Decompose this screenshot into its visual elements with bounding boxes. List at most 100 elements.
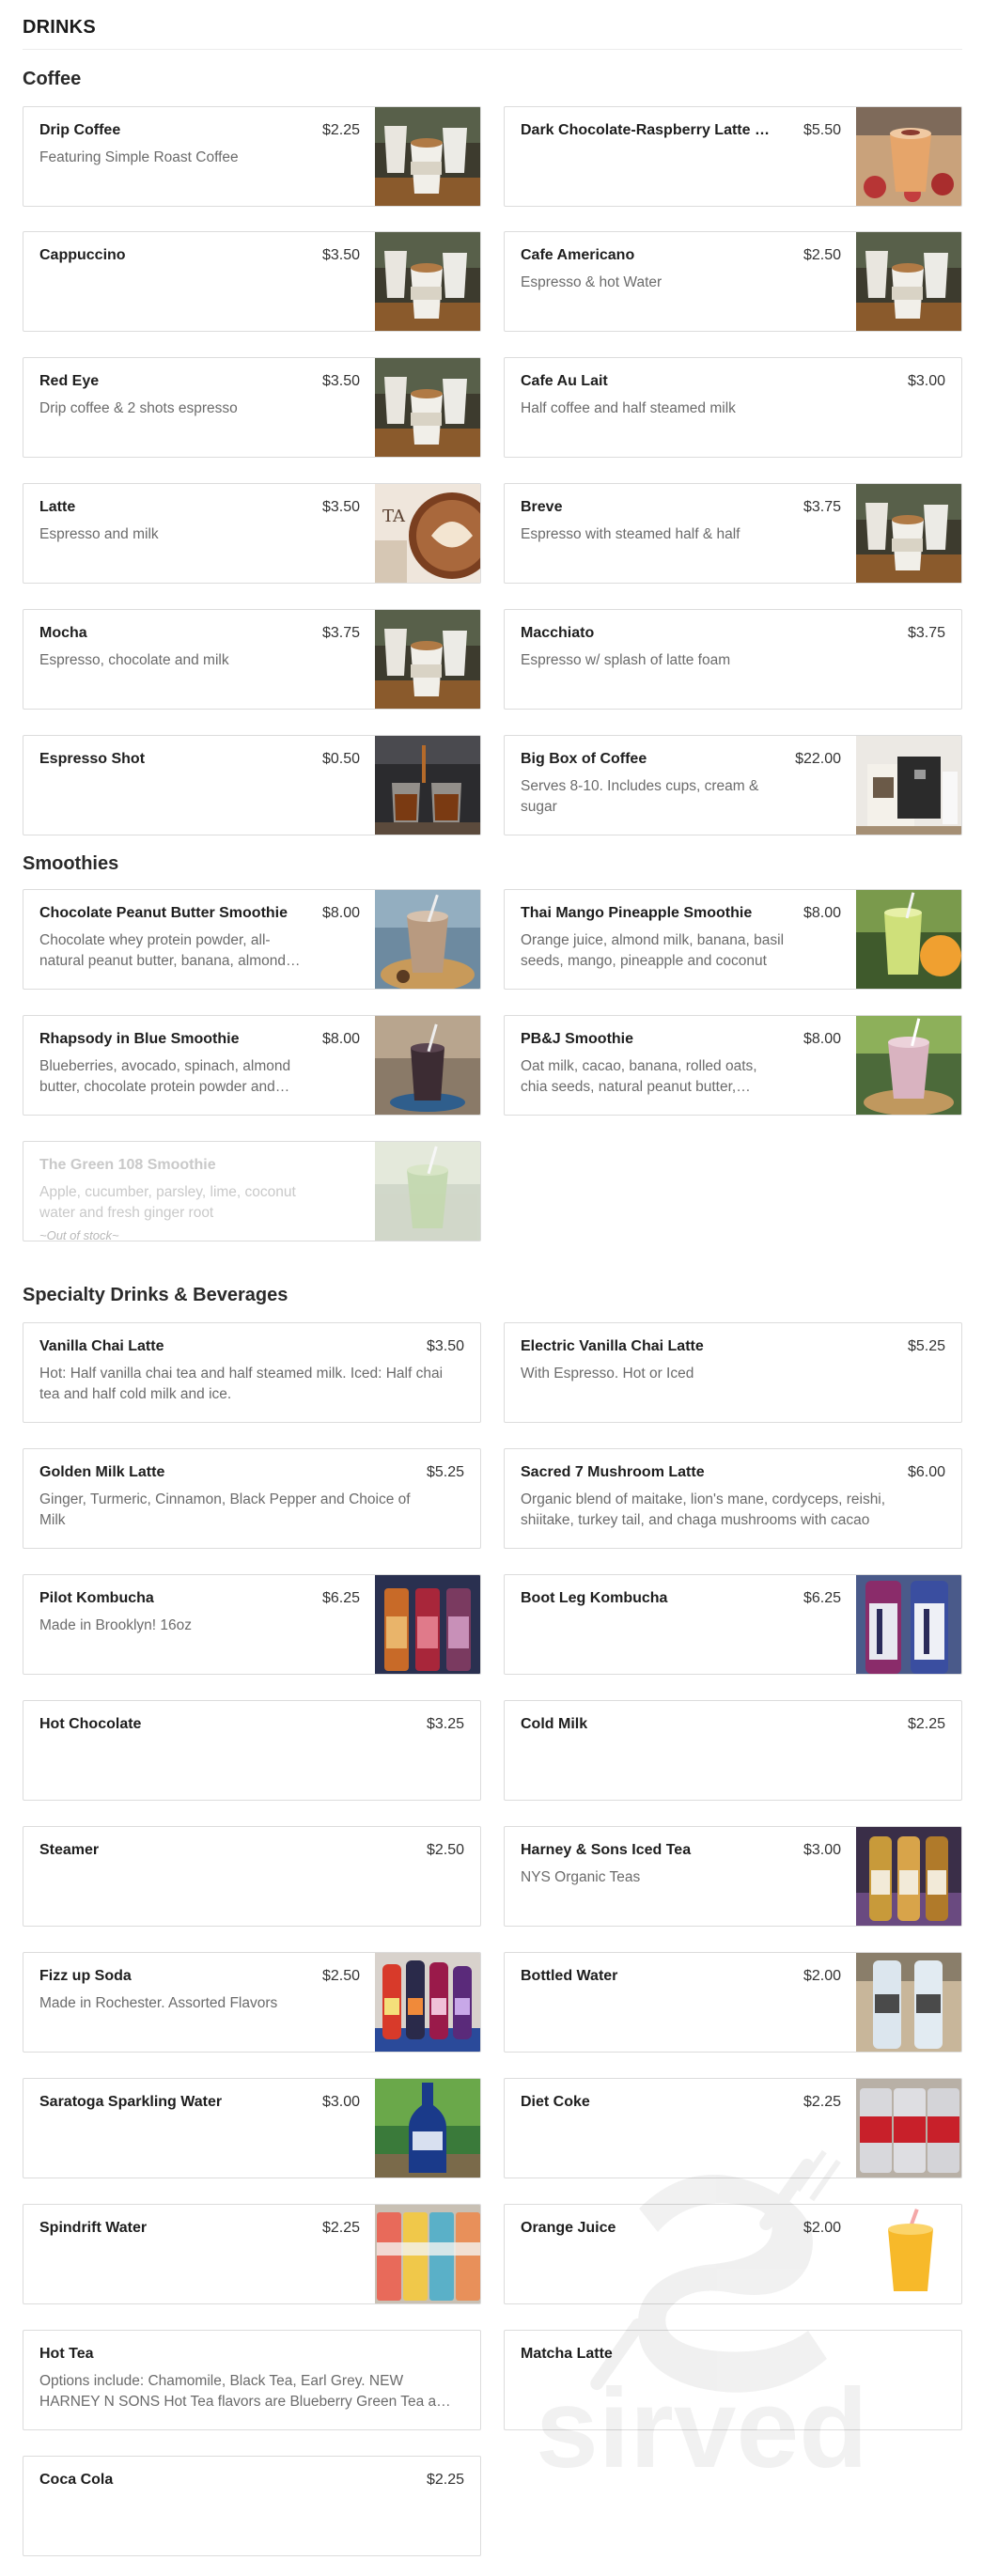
coffee-cups-photo <box>375 358 480 457</box>
item-name: Red Eye <box>39 373 100 389</box>
item-name: Golden Milk Latte <box>39 1464 165 1480</box>
item-name: Boot Leg Kombucha <box>521 1590 668 1606</box>
item-price: $2.25 <box>426 2472 464 2488</box>
item-description: Espresso, chocolate and milk <box>39 652 229 668</box>
item-name: Steamer <box>39 1842 100 1858</box>
menu-item-coca-cola[interactable]: Coca Cola $2.25 <box>23 2456 481 2556</box>
coffee-cups-photo <box>375 232 480 331</box>
menu-item-electric-vanilla-chai-latte[interactable]: Electric Vanilla Chai Latte $5.25 With E… <box>504 1322 962 1423</box>
menu-item-cold-milk[interactable]: Cold Milk $2.25 <box>504 1700 962 1801</box>
item-description: Blueberries, avocado, spinach, almond bu… <box>39 1058 291 1095</box>
smoothie-photo <box>856 1016 961 1115</box>
item-name: Sacred 7 Mushroom Latte <box>521 1464 705 1480</box>
menu-item-mocha[interactable]: Mocha $3.75 Espresso, chocolate and milk <box>23 609 481 710</box>
menu-item-vanilla-chai-latte[interactable]: Vanilla Chai Latte $3.50 Hot: Half vanil… <box>23 1322 481 1423</box>
item-price: $22.00 <box>795 751 841 767</box>
menu-item-green-108-smoothie[interactable]: The Green 108 Smoothie Apple, cucumber, … <box>23 1141 481 1241</box>
menu-item-matcha-latte[interactable]: Matcha Latte <box>504 2330 962 2430</box>
menu-item-cafe-au-lait[interactable]: Cafe Au Lait $3.00 Half coffee and half … <box>504 357 962 458</box>
menu-item-pilot-kombucha[interactable]: Pilot Kombucha $6.25 Made in Brooklyn! 1… <box>23 1574 481 1675</box>
smoothie-photo <box>375 890 480 989</box>
menu-item-chocolate-peanut-butter-smoothie[interactable]: Chocolate Peanut Butter Smoothie $8.00 C… <box>23 889 481 990</box>
item-price: $3.75 <box>907 625 945 641</box>
menu-item-hot-chocolate[interactable]: Hot Chocolate $3.25 <box>23 1700 481 1801</box>
smoothie-photo <box>375 1016 480 1115</box>
item-name: Drip Coffee <box>39 122 121 138</box>
spindrift-cans-photo <box>375 2205 480 2303</box>
menu-item-cappuccino[interactable]: Cappuccino $3.50 <box>23 231 481 332</box>
item-name: Dark Chocolate-Raspberry Latte with Espr… <box>521 122 780 138</box>
menu-item-harney-sons-iced-tea[interactable]: Harney & Sons Iced Tea $3.00 NYS Organic… <box>504 1826 962 1927</box>
item-price: $6.00 <box>907 1464 945 1480</box>
menu-item-latte[interactable]: Latte $3.50 Espresso and milk TA <box>23 483 481 584</box>
menu-item-macchiato[interactable]: Macchiato $3.75 Espresso w/ splash of la… <box>504 609 962 710</box>
item-price: $8.00 <box>803 1031 841 1047</box>
menu-item-diet-coke[interactable]: Diet Coke $2.25 <box>504 2078 962 2178</box>
item-price: $5.50 <box>803 122 841 138</box>
kombucha-bottles-photo <box>856 1575 961 1674</box>
item-price: $2.50 <box>321 1968 360 1984</box>
iced-tea-bottles-photo <box>856 1827 961 1926</box>
menu-item-cafe-americano[interactable]: Cafe Americano $2.50 Espresso & hot Wate… <box>504 231 962 332</box>
item-description: Hot: Half vanilla chai tea and half stea… <box>39 1366 444 1402</box>
menu-item-espresso-shot[interactable]: Espresso Shot $0.50 <box>23 735 481 835</box>
item-description: Half coffee and half steamed milk <box>521 400 736 416</box>
section-title-coffee: Coffee <box>23 69 82 89</box>
menu-item-breve[interactable]: Breve $3.75 Espresso with steamed half &… <box>504 483 962 584</box>
menu-item-boot-leg-kombucha[interactable]: Boot Leg Kombucha $6.25 <box>504 1574 962 1675</box>
water-bottles-photo <box>856 1953 961 2052</box>
item-price: $3.00 <box>803 1842 841 1858</box>
item-price: $6.25 <box>803 1590 841 1606</box>
item-price: $5.25 <box>426 1464 464 1480</box>
menu-item-orange-juice[interactable]: Orange Juice $2.00 <box>504 2204 962 2304</box>
item-price: $3.50 <box>321 499 360 515</box>
menu-item-bottled-water[interactable]: Bottled Water $2.00 <box>504 1952 962 2053</box>
item-price: $2.00 <box>803 2220 841 2236</box>
raspberry-latte-photo <box>856 107 961 206</box>
item-description: With Espresso. Hot or Iced <box>521 1366 694 1382</box>
item-price: $3.00 <box>907 373 945 389</box>
item-description: Organic blend of maitake, lion's mane, c… <box>521 1491 886 1528</box>
menu-item-rhapsody-in-blue-smoothie[interactable]: Rhapsody in Blue Smoothie $8.00 Blueberr… <box>23 1015 481 1116</box>
coffee-cups-photo <box>375 107 480 206</box>
item-description: Ginger, Turmeric, Cinnamon, Black Pepper… <box>39 1491 411 1528</box>
menu-item-big-box-of-coffee[interactable]: Big Box of Coffee $22.00 Serves 8-10. In… <box>504 735 962 835</box>
item-description: Espresso w/ splash of latte foam <box>521 652 731 668</box>
item-name: Cold Milk <box>521 1716 588 1732</box>
item-name: Spindrift Water <box>39 2220 148 2236</box>
item-name: Fizz up Soda <box>39 1968 132 1984</box>
item-name: Mocha <box>39 625 87 641</box>
menu-item-saratoga-sparkling-water[interactable]: Saratoga Sparkling Water $3.00 <box>23 2078 481 2178</box>
coffee-cups-photo <box>375 610 480 709</box>
menu-item-steamer[interactable]: Steamer $2.50 <box>23 1826 481 1927</box>
item-price: $3.50 <box>426 1338 464 1354</box>
latte-art-photo: TA <box>375 484 480 583</box>
menu-item-dark-chocolate-raspberry-latte[interactable]: Dark Chocolate-Raspberry Latte with Espr… <box>504 106 962 207</box>
menu-item-thai-mango-pineapple-smoothie[interactable]: Thai Mango Pineapple Smoothie $8.00 Oran… <box>504 889 962 990</box>
item-description: Chocolate whey protein powder, all-natur… <box>39 932 286 969</box>
menu-item-pbj-smoothie[interactable]: PB&J Smoothie $8.00 Oat milk, cacao, ban… <box>504 1015 962 1116</box>
item-price: $0.50 <box>321 751 360 767</box>
item-name: Hot Chocolate <box>39 1716 142 1732</box>
item-name: Big Box of Coffee <box>521 751 647 767</box>
menu-title: DRINKS <box>23 17 96 38</box>
menu-item-spindrift-water[interactable]: Spindrift Water $2.25 <box>23 2204 481 2304</box>
menu-item-hot-tea[interactable]: Hot Tea Options include: Chamomile, Blac… <box>23 2330 481 2430</box>
menu-item-golden-milk-latte[interactable]: Golden Milk Latte $5.25 Ginger, Turmeric… <box>23 1448 481 1549</box>
menu-item-red-eye[interactable]: Red Eye $3.50 Drip coffee & 2 shots espr… <box>23 357 481 458</box>
item-name: Breve <box>521 499 563 515</box>
orange-juice-icon <box>856 2205 961 2303</box>
item-name: Cappuccino <box>39 247 126 263</box>
item-price: $2.50 <box>426 1842 464 1858</box>
item-description: NYS Organic Teas <box>521 1869 641 1885</box>
menu-item-sacred-7-mushroom-latte[interactable]: Sacred 7 Mushroom Latte $6.00 Organic bl… <box>504 1448 962 1549</box>
item-price: $6.25 <box>321 1590 360 1606</box>
coffee-box-photo <box>856 736 961 835</box>
section-title-smoothies: Smoothies <box>23 853 119 874</box>
menu-item-drip-coffee[interactable]: Drip Coffee $2.25 Featuring Simple Roast… <box>23 106 481 207</box>
item-price: $3.25 <box>426 1716 464 1732</box>
item-name: Rhapsody in Blue Smoothie <box>39 1031 240 1047</box>
item-price: $3.50 <box>321 247 360 263</box>
item-description: Espresso and milk <box>39 526 159 542</box>
menu-item-fizz-up-soda[interactable]: Fizz up Soda $2.50 Made in Rochester. As… <box>23 1952 481 2053</box>
